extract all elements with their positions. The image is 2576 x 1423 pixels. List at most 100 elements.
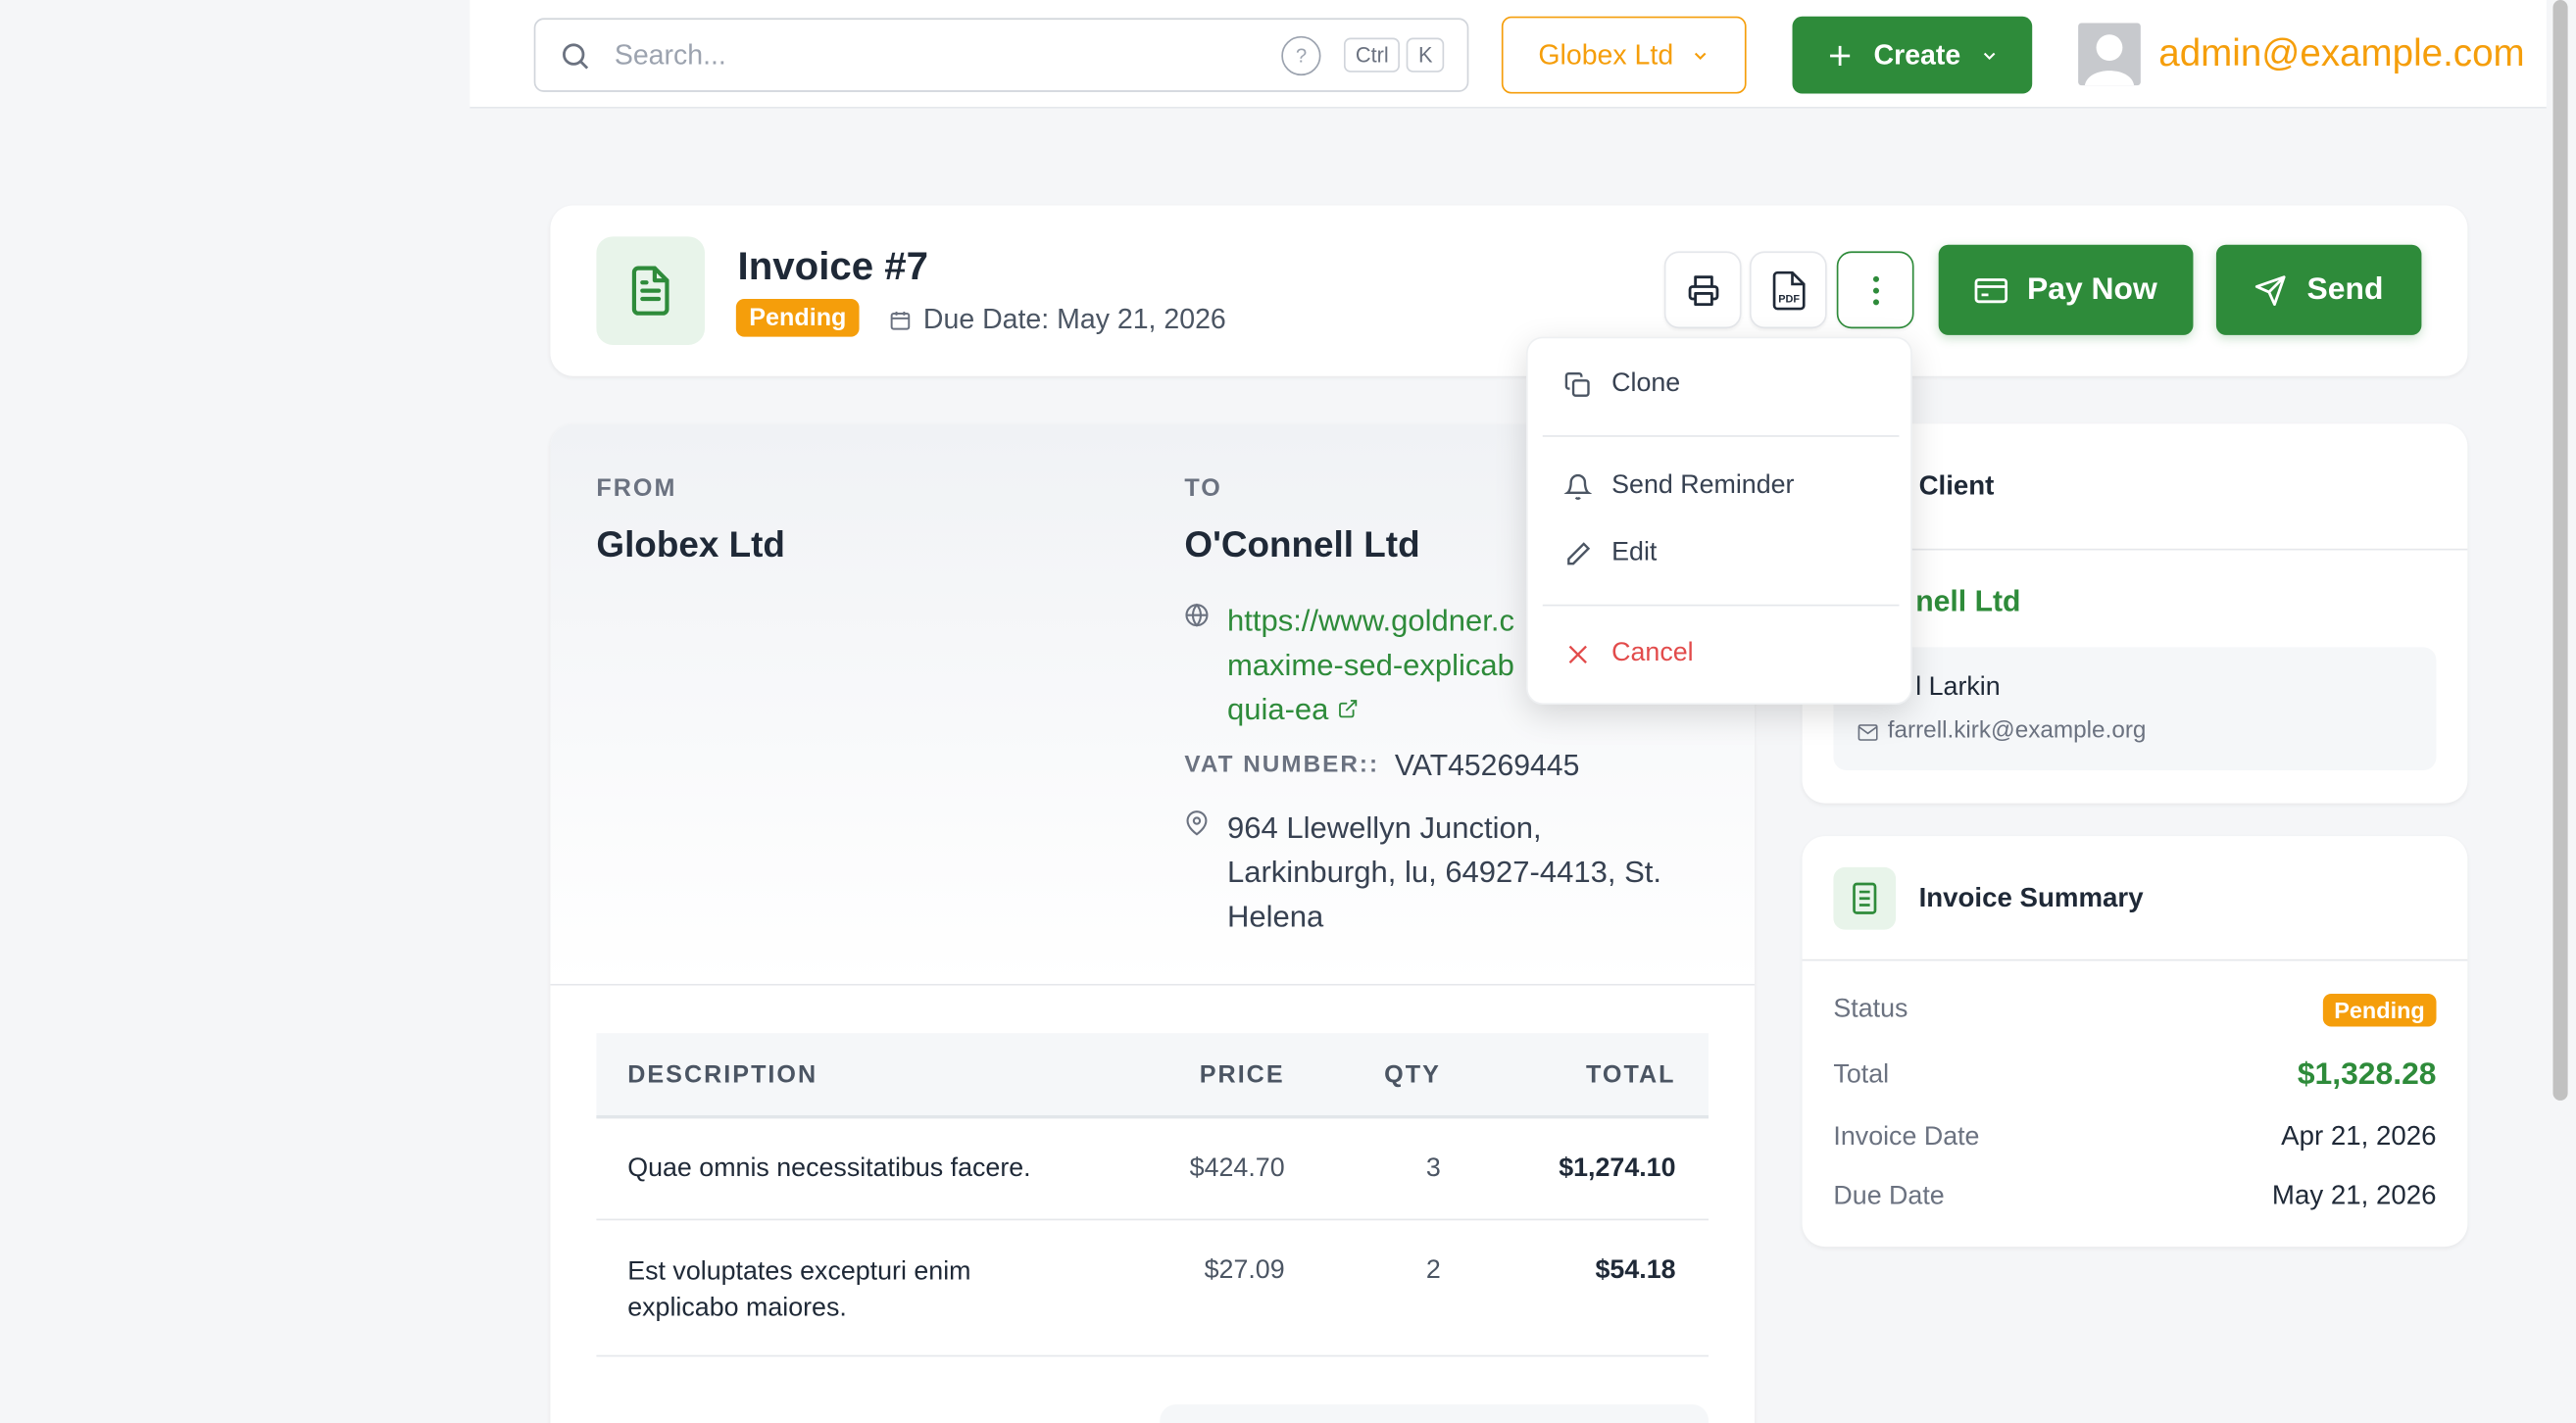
column-header-description: DESCRIPTION: [627, 1060, 818, 1090]
copy-icon: [1564, 371, 1590, 397]
external-link-icon: [1338, 700, 1358, 718]
item-description: Quae omnis necessitatibus facere.: [627, 1154, 1031, 1183]
summary-invoice-date-value: Apr 21, 2026: [2281, 1121, 2437, 1152]
summary-title: Invoice Summary: [1918, 883, 2144, 913]
search-box[interactable]: ? Ctrl K: [533, 18, 1469, 92]
client-company-link[interactable]: nell Ltd: [1915, 585, 2020, 619]
invoice-title: Invoice #7: [737, 244, 929, 289]
summary-total-row: Total $1,328.28: [1833, 1057, 2436, 1094]
contact-name: l Larkin: [1915, 673, 2001, 702]
user-email-link[interactable]: admin@example.com: [2158, 31, 2524, 75]
summary-due-date-row: Due Date May 21, 2026: [1833, 1181, 2436, 1212]
calendar-icon: [890, 312, 911, 330]
pay-now-button[interactable]: Pay Now: [1938, 244, 2194, 335]
to-label: TO: [1184, 474, 1222, 503]
pay-now-label: Pay Now: [2027, 271, 2157, 307]
client-card-title: Client: [1918, 471, 1995, 502]
summary-due-date-value: May 21, 2026: [2271, 1181, 2437, 1211]
avatar[interactable]: [2078, 23, 2141, 86]
close-icon: [1568, 644, 1587, 663]
chevron-down-icon: [1984, 51, 1997, 60]
more-actions-menu: Clone Send Reminder Edit Cancel: [1526, 336, 1912, 706]
organization-switcher-button[interactable]: Globex Ltd: [1501, 16, 1747, 94]
due-date: Due Date: May 21, 2026: [889, 304, 1226, 337]
download-pdf-button[interactable]: PDF: [1749, 251, 1827, 329]
send-icon: [2255, 274, 2287, 306]
print-button[interactable]: [1663, 251, 1742, 329]
from-label: FROM: [596, 474, 677, 503]
create-button[interactable]: Create: [1792, 16, 2033, 94]
kbd-ctrl: Ctrl: [1344, 37, 1401, 73]
to-company-name: O'Connell Ltd: [1184, 523, 1420, 565]
table-header: DESCRIPTION PRICE QTY TOTAL: [596, 1033, 1709, 1119]
item-price: $424.70: [1189, 1154, 1285, 1183]
table-row: Quae omnis necessitatibus facere. $424.7…: [596, 1118, 1709, 1221]
mail-icon: [1858, 724, 1878, 741]
website-line: https://www.goldner.c: [1226, 603, 1514, 638]
chevron-down-icon: [1694, 51, 1706, 60]
from-company-name: Globex Ltd: [596, 523, 785, 565]
summary-invoice-date-label: Invoice Date: [1833, 1122, 1980, 1152]
page-scrollbar[interactable]: [2551, 0, 2571, 1101]
vat-number-label: VAT NUMBER::: [1184, 752, 1380, 779]
address-line: 964 Llewellyn Junction,: [1226, 810, 1542, 845]
website-link[interactable]: https://www.goldner.c maxime-sed-explica…: [1227, 598, 1514, 731]
menu-item-label: Cancel: [1611, 638, 1694, 667]
send-button[interactable]: Send: [2215, 244, 2422, 335]
summary-total-value: $1,328.28: [2297, 1057, 2437, 1093]
help-icon[interactable]: ?: [1281, 35, 1321, 75]
status-badge: Pending: [2322, 993, 2437, 1027]
menu-item-clone[interactable]: Clone: [1564, 369, 1681, 399]
menu-item-label: Send Reminder: [1611, 471, 1795, 500]
address-line: Helena: [1226, 898, 1324, 933]
receipt-icon: [1833, 866, 1897, 930]
summary-status-label: Status: [1833, 995, 1908, 1024]
item-description: Est voluptates excepturi enim explicabo …: [627, 1254, 970, 1327]
due-date-text: Due Date: May 21, 2026: [922, 304, 1226, 335]
create-label: Create: [1873, 38, 1961, 71]
item-total: $54.18: [1595, 1256, 1676, 1285]
svg-text:PDF: PDF: [1777, 293, 1799, 305]
summary-status-row: Status Pending: [1833, 993, 2437, 1027]
menu-divider: [1542, 604, 1900, 607]
scrollbar-thumb[interactable]: [2552, 0, 2568, 1101]
vat-number-value: VAT45269445: [1394, 749, 1580, 782]
pdf-file-icon: PDF: [1771, 270, 1805, 310]
website-line-text: quia-ea: [1226, 691, 1329, 726]
invoice-header-card: Invoice #7 Pending Due Date: May 21, 202…: [550, 205, 2468, 376]
item-price: $27.09: [1204, 1256, 1285, 1285]
more-vertical-icon: [1872, 275, 1879, 305]
table-row: Est voluptates excepturi enim explicabo …: [596, 1220, 1709, 1357]
menu-divider: [1542, 435, 1900, 437]
invoice-summary-card: Invoice Summary Status Pending Total $1,…: [1802, 836, 2468, 1248]
item-total: $1,274.10: [1559, 1154, 1676, 1183]
app-stage: ? Ctrl K Globex Ltd Create admin@example…: [0, 0, 2576, 1423]
item-qty: 3: [1425, 1154, 1441, 1183]
address-line: Larkinburgh, lu, 64927-4413, St.: [1226, 854, 1661, 889]
invoice-document-icon: [596, 236, 706, 345]
menu-item-label: Edit: [1611, 538, 1658, 567]
totals-panel: [1160, 1403, 1709, 1423]
column-header-qty: QTY: [1384, 1060, 1441, 1090]
summary-total-label: Total: [1833, 1060, 1890, 1090]
map-pin-icon: [1186, 810, 1208, 836]
search-icon: [563, 42, 589, 69]
website-line: quia-ea: [1227, 687, 1514, 731]
address: 964 Llewellyn Junction, Larkinburgh, lu,…: [1227, 805, 1661, 938]
item-qty: 2: [1425, 1256, 1441, 1285]
column-header-total: TOTAL: [1585, 1060, 1676, 1090]
client-contact-box: l Larkin farrell.kirk@example.org: [1833, 647, 2437, 771]
divider: [1802, 958, 2468, 961]
menu-item-send-reminder[interactable]: Send Reminder: [1563, 471, 1795, 501]
menu-item-cancel[interactable]: Cancel: [1564, 639, 1694, 668]
contact-email-link[interactable]: farrell.kirk@example.org: [1888, 717, 2147, 744]
line-items-table: DESCRIPTION PRICE QTY TOTAL Quae omnis n…: [596, 1033, 1709, 1357]
item-description-line: explicabo maiores.: [627, 1294, 847, 1323]
bell-icon: [1563, 473, 1593, 500]
item-description-line: Est voluptates excepturi enim: [627, 1257, 971, 1287]
column-header-price: PRICE: [1199, 1060, 1285, 1090]
search-input[interactable]: [614, 38, 1282, 72]
more-actions-button[interactable]: [1836, 251, 1914, 329]
menu-item-edit[interactable]: Edit: [1564, 538, 1658, 568]
menu-item-label: Clone: [1611, 369, 1681, 398]
